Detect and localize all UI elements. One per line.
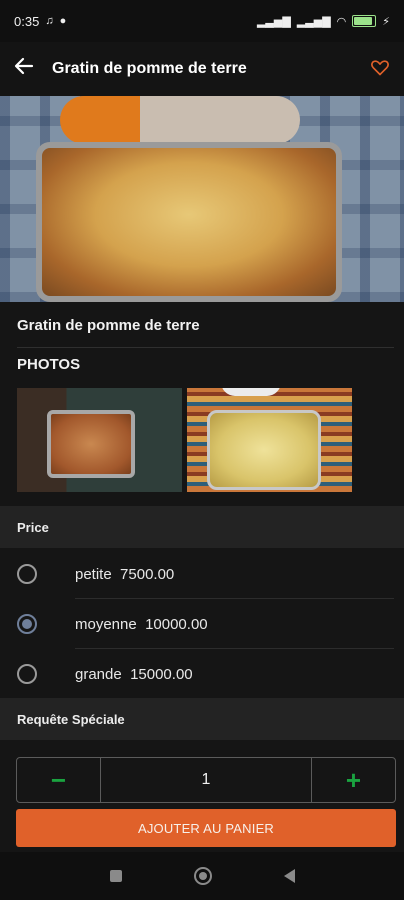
decrement-button[interactable]: − — [17, 758, 100, 802]
favorite-button[interactable] — [370, 57, 390, 82]
price-option-label: grande 15000.00 — [75, 665, 193, 683]
price-option-grande[interactable]: grande 15000.00 — [0, 649, 404, 699]
photos-title: PHOTOS — [17, 356, 81, 373]
photo-thumbnail-1-dish — [47, 410, 135, 478]
signal-icon-2: ▂▃▅▇ — [296, 15, 331, 28]
special-request-header[interactable]: Requête Spéciale — [0, 698, 404, 740]
photo-thumbnail-2-plate — [221, 388, 281, 396]
dish-name: Gratin de pomme de terre — [17, 316, 200, 334]
price-option-label: moyenne 10000.00 — [75, 615, 208, 633]
photo-thumbnail-1[interactable] — [17, 388, 182, 492]
radio-button[interactable] — [17, 564, 37, 584]
charging-icon: ⚡ — [382, 15, 390, 28]
home-icon[interactable] — [193, 867, 212, 885]
status-bar: 0:35 ♫ ● ▂▃▅▇ ▂▃▅▇ ◠ ⚡ — [0, 0, 404, 42]
add-to-cart-button[interactable]: AJOUTER AU PANIER — [16, 809, 396, 847]
music-icon: ♫ — [45, 15, 54, 27]
app-bar: Gratin de pomme de terre — [0, 42, 404, 96]
price-option-petite[interactable]: petite 7500.00 — [0, 549, 404, 599]
increment-button[interactable]: + — [312, 758, 395, 802]
clock: 0:35 — [14, 13, 40, 29]
arrow-left-icon — [14, 57, 34, 75]
dish-hero-image — [0, 96, 404, 302]
photo-thumbnail-2[interactable] — [187, 388, 352, 492]
photo-thumbnail-2-dish — [207, 410, 321, 490]
heart-outline-icon — [371, 59, 389, 75]
quantity-value: 1 — [100, 758, 312, 802]
price-option-label: petite 7500.00 — [75, 565, 175, 583]
dish-name-row: Gratin de pomme de terre — [17, 302, 394, 348]
battery-icon — [352, 15, 377, 27]
price-section-header: Price — [0, 506, 404, 548]
back-nav-icon[interactable] — [283, 869, 295, 883]
app-notification-icon: ● — [59, 15, 67, 27]
price-option-moyenne[interactable]: moyenne 10000.00 — [0, 599, 404, 649]
back-button[interactable] — [14, 56, 42, 82]
wifi-icon: ◠ — [336, 15, 347, 28]
bottle-image-part — [60, 96, 300, 144]
page-title: Gratin de pomme de terre — [52, 60, 247, 77]
radio-button[interactable] — [17, 664, 37, 684]
quantity-stepper: − 1 + — [16, 757, 396, 803]
gratin-tray-image-part — [36, 142, 342, 302]
signal-icon: ▂▃▅▇ — [256, 15, 291, 28]
recents-icon[interactable] — [109, 870, 122, 882]
radio-button-selected[interactable] — [17, 614, 37, 634]
system-nav-bar — [0, 852, 404, 900]
